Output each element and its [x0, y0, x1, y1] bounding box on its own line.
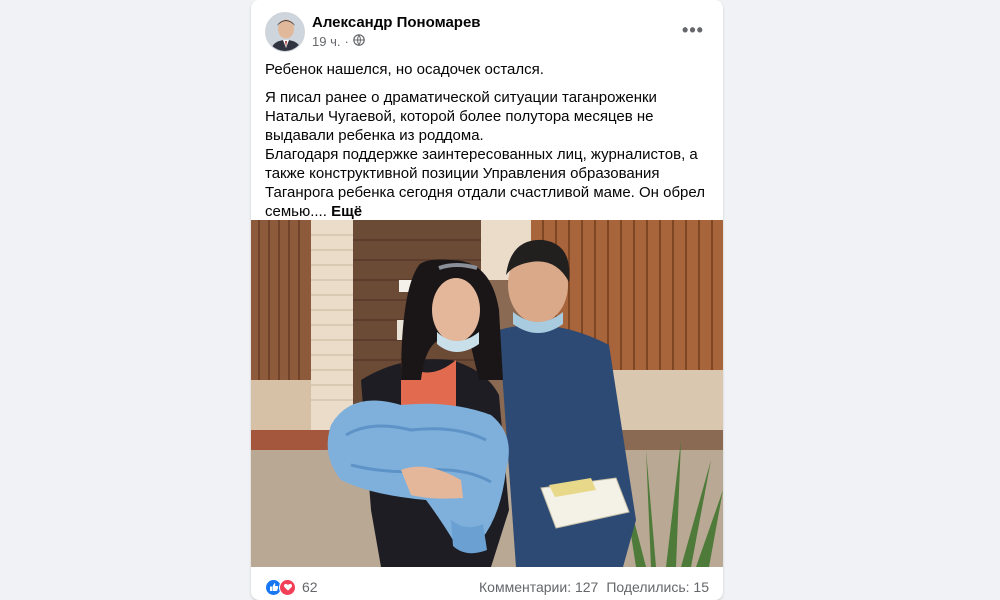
reactions-count: 62 — [302, 579, 318, 595]
post-footer: 62 Комментарии: 127 Поделились: 15 — [265, 576, 709, 598]
photo-image — [251, 220, 723, 567]
separator-dot: · — [344, 34, 349, 49]
post-photo[interactable] — [251, 220, 723, 567]
post-body-paragraph-1: Я писал ранее о драматической ситуации т… — [265, 89, 657, 144]
reactions-summary[interactable]: 62 — [265, 578, 318, 596]
globe-icon — [353, 34, 365, 49]
post-time[interactable]: 19 ч. — [312, 34, 340, 49]
love-reaction-icon — [279, 578, 296, 596]
post-header: Александр Пономарев 19 ч. · ••• — [265, 12, 709, 54]
post-stats: Комментарии: 127 Поделились: 15 — [479, 579, 709, 595]
more-options-icon: ••• — [682, 19, 704, 40]
post-body: Я писал ранее о драматической ситуации т… — [265, 88, 709, 221]
avatar[interactable] — [265, 12, 305, 52]
more-options-button[interactable]: ••• — [677, 16, 709, 44]
see-more-link[interactable]: Ещё — [331, 203, 362, 220]
post-lead: Ребенок нашелся, но осадочек остался. — [265, 61, 544, 78]
author-name[interactable]: Александр Пономарев — [312, 14, 481, 31]
comments-count-link[interactable]: Комментарии: 127 — [479, 579, 598, 595]
shares-count-link[interactable]: Поделились: 15 — [606, 579, 709, 595]
post-text: Ребенок нашелся, но осадочек остался. Я … — [265, 60, 709, 221]
post-meta: 19 ч. · — [312, 34, 365, 49]
avatar-image — [266, 13, 304, 51]
post-card: Александр Пономарев 19 ч. · ••• Ребенок … — [251, 0, 723, 600]
